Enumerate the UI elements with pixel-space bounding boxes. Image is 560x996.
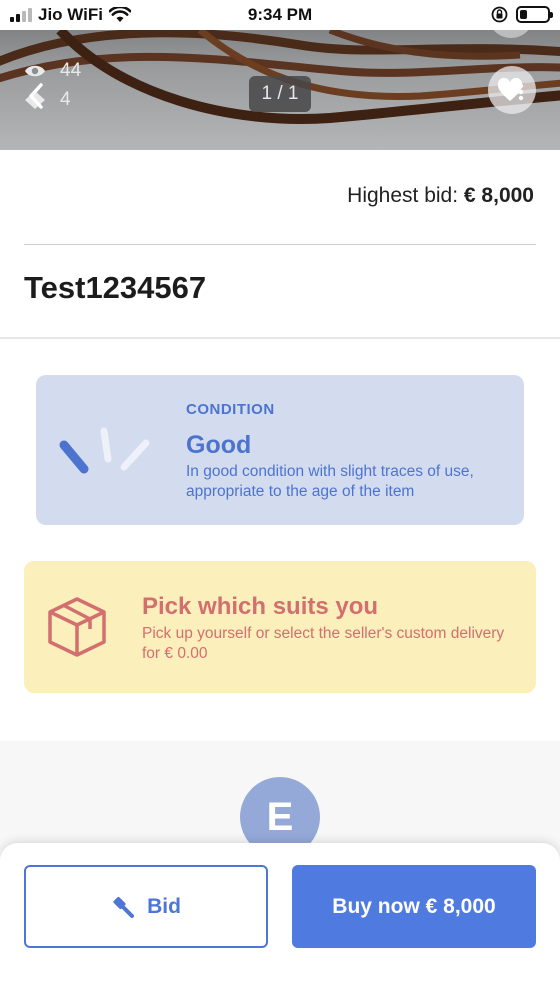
favorite-button[interactable]	[488, 66, 536, 114]
condition-label: CONDITION	[186, 401, 275, 418]
back-chevron-icon[interactable]	[26, 82, 46, 110]
condition-description: In good condition with slight traces of …	[186, 463, 474, 500]
bid-button-label: Bid	[147, 894, 181, 918]
photo-counter: 1 / 1	[249, 76, 311, 112]
status-right	[491, 6, 553, 23]
buy-now-button[interactable]: Buy now € 8,000	[292, 865, 536, 948]
views-count: 44	[60, 60, 82, 81]
condition-gauge-icon	[59, 427, 150, 474]
delivery-description: Pick up yourself or select the seller's …	[142, 625, 505, 662]
likes-count: 4	[60, 89, 71, 110]
battery-icon	[516, 6, 553, 23]
bid-button[interactable]: Bid	[24, 865, 268, 948]
eye-icon	[25, 65, 45, 77]
delivery-card[interactable]: Pick which suits you Pick up yourself or…	[24, 561, 536, 693]
delivery-title: Pick which suits you	[142, 593, 379, 620]
condition-value: Good	[186, 431, 252, 459]
clock: 9:34 PM	[247, 5, 313, 24]
highest-bid-label: Highest bid:	[347, 184, 459, 207]
orientation-lock-icon	[491, 6, 508, 23]
section-divider	[0, 337, 560, 339]
highest-bid: Highest bid: € 8,000	[347, 184, 534, 208]
heart-more-icon	[497, 77, 524, 101]
condition-card[interactable]: CONDITION Good In good condition with sl…	[36, 375, 524, 525]
listing-title: Test1234567	[24, 270, 207, 305]
box-icon	[48, 597, 106, 657]
highest-bid-value: € 8,000	[463, 184, 534, 207]
gavel-icon	[113, 896, 135, 918]
views-stat: 44	[24, 60, 81, 82]
divider	[24, 244, 536, 245]
buy-now-label: Buy now € 8,000	[332, 894, 496, 918]
status-bar: Jio WiFi 9:34 PM	[0, 0, 560, 30]
